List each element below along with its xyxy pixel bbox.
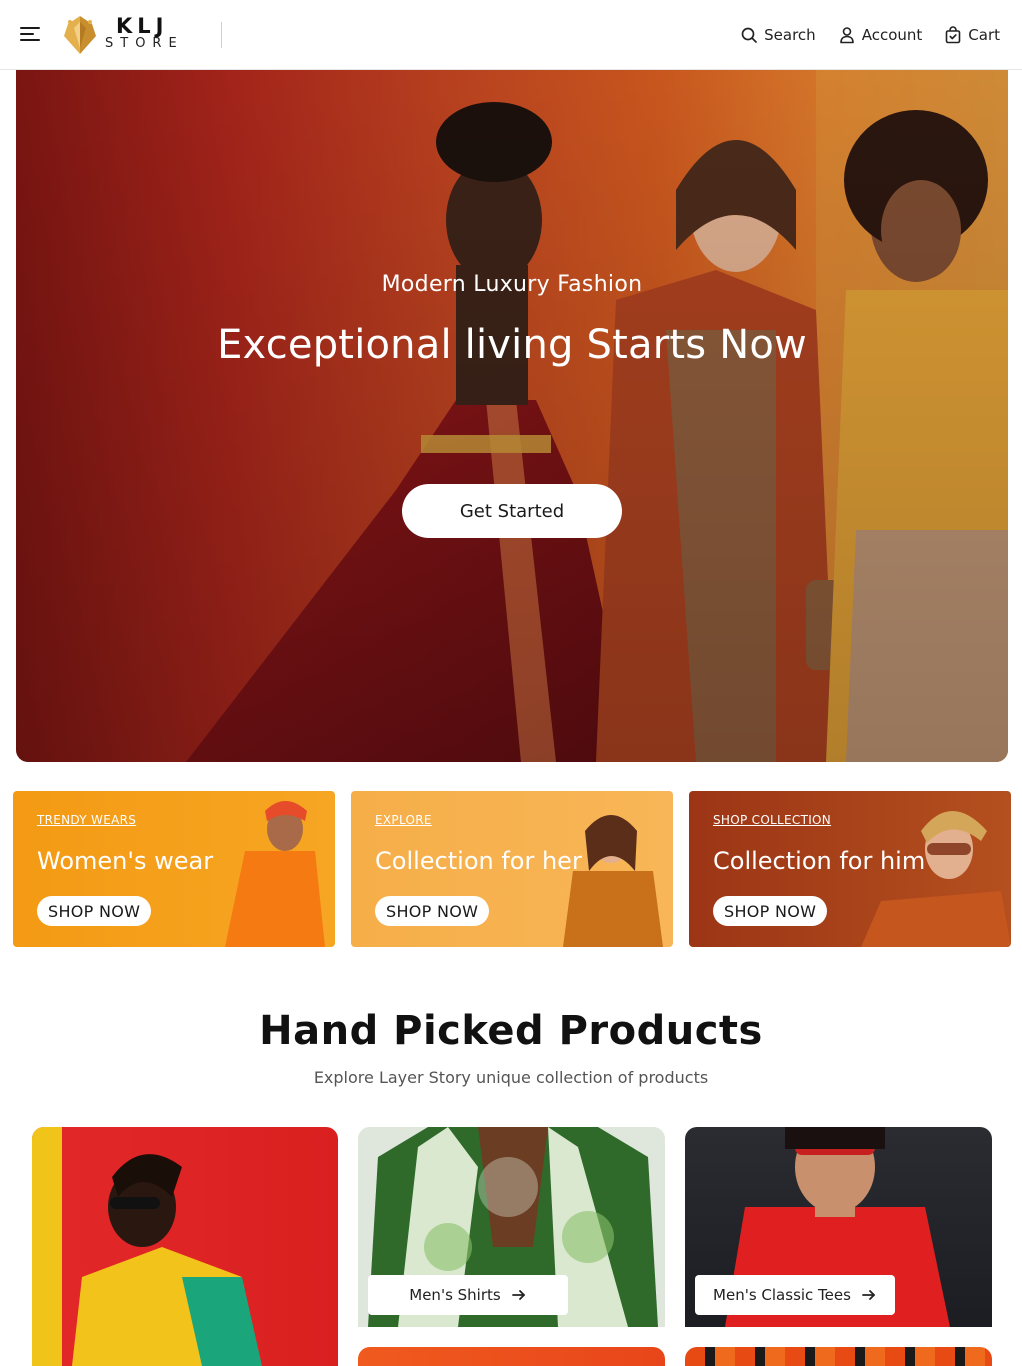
arrow-right-icon [862,1290,875,1300]
product-tile-mens-classic-tees[interactable]: Men's Classic Tees [685,1127,992,1327]
section-title: Hand Picked Products [259,1008,763,1054]
promo-title: Women's wear [37,847,214,875]
shopping-bag-icon [945,26,961,44]
user-icon [839,27,854,44]
shop-now-button[interactable]: SHOP NOW [713,896,828,926]
hero-banner: Modern Luxury Fashion Exceptional living… [16,70,1008,762]
nav-account[interactable]: Account [838,26,923,44]
promo-title: Collection for him [713,847,926,875]
section-subtitle: Explore Layer Story unique collection of… [313,1068,709,1087]
nav-cart-label: Cart [968,26,1000,44]
get-started-button[interactable]: Get Started [402,484,622,538]
category-label: Men's Shirts [409,1286,501,1304]
site-header: KLJ STORE Search Account Cart [0,0,1022,70]
shop-now-button[interactable]: SHOP NOW [37,896,152,926]
promo-title: Collection for her [375,847,582,875]
header-nav: Search Account Cart [740,22,1000,48]
promo-eyebrow[interactable]: TRENDY WEARS [37,813,136,827]
category-label: Men's Classic Tees [713,1286,851,1304]
product-tile-partial[interactable] [358,1347,665,1366]
brand-name: KLJ [116,14,169,38]
promo-card-womens-wear[interactable]: TRENDY WEARS Women's wear SHOP NOW [13,791,335,947]
promo-card-collection-her[interactable]: EXPLORE Collection for her SHOP NOW [351,791,673,947]
hero-subtitle: Modern Luxury Fashion [381,272,643,297]
search-icon [741,27,758,43]
nav-search[interactable]: Search [740,26,816,44]
hamburger-menu-icon[interactable] [20,24,42,44]
nav-cart[interactable]: Cart [944,26,1000,44]
hero-title: Exceptional living Starts Now [217,322,807,368]
hero-models-image [16,70,1008,762]
promo-card-collection-him[interactable]: SHOP COLLECTION Collection for him SHOP … [689,791,1011,947]
promo-eyebrow[interactable]: EXPLORE [375,813,432,827]
nav-search-label: Search [764,26,816,44]
product-tile-jacket[interactable] [32,1127,338,1366]
shop-now-button[interactable]: SHOP NOW [375,896,490,926]
product-tile-partial[interactable] [685,1347,992,1366]
arrow-right-icon [511,1290,525,1300]
category-link-mens-shirts[interactable]: Men's Shirts [368,1275,568,1315]
brand-tagline: STORE [105,36,184,51]
product-image [32,1127,262,1366]
logo-emblem-icon [64,16,96,54]
nav-account-label: Account [861,26,923,44]
promo-eyebrow[interactable]: SHOP COLLECTION [713,813,831,827]
product-tile-mens-shirts[interactable]: Men's Shirts [358,1127,665,1327]
store-logo[interactable]: KLJ STORE [58,12,178,58]
header-divider [221,22,222,48]
category-link-mens-classic-tees[interactable]: Men's Classic Tees [695,1275,895,1315]
